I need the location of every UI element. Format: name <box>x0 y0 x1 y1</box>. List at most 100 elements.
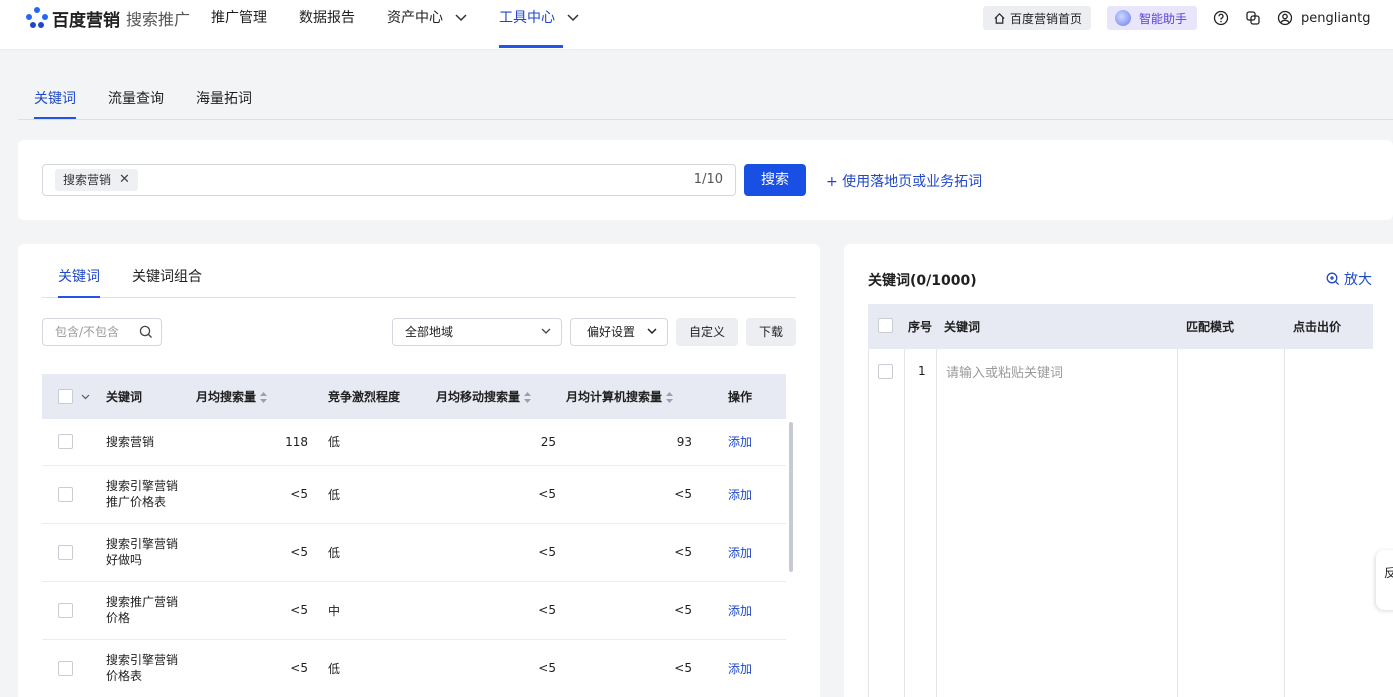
nav-label: 资产中心 <box>387 10 443 26</box>
sort-icon <box>260 392 268 403</box>
tab-traffic-query[interactable]: 流量查询 <box>108 88 164 120</box>
selected-keywords-title: 关键词(0/1000) <box>868 273 977 289</box>
top-navigation: 百度营销 搜索推广 推广管理 数据报告 资产中心 工具中心 百度营销首页 智能助… <box>0 0 1393 50</box>
col-label: 月均搜索量 <box>196 390 257 404</box>
tab-bulk-expand[interactable]: 海量拓词 <box>196 88 252 120</box>
col-action: 操作 <box>700 374 786 419</box>
add-keyword-link[interactable]: 添加 <box>728 546 752 560</box>
user-menu[interactable]: pengliantg <box>1277 8 1371 28</box>
col-keyword: 关键词 <box>944 320 981 334</box>
download-button[interactable]: 下载 <box>746 318 796 346</box>
switch-account-icon[interactable] <box>1245 10 1261 26</box>
brand-name: 百度营销 <box>52 10 120 31</box>
zoom-button[interactable]: 放大 <box>1326 269 1372 289</box>
close-icon[interactable]: ✕ <box>119 169 130 191</box>
row-checkbox[interactable] <box>58 660 73 676</box>
smart-assistant-button[interactable]: 智能助手 <box>1107 6 1197 30</box>
keyword-search-input[interactable]: 搜索营销 ✕ 1/10 <box>42 164 736 196</box>
row-checkbox[interactable] <box>58 434 73 450</box>
keyword-tag-label: 搜索营销 <box>63 173 112 187</box>
grid-divider <box>936 349 937 697</box>
baidu-paw-icon <box>26 7 48 29</box>
select-all-checkbox[interactable] <box>58 389 73 404</box>
brand-product: 搜索推广 <box>126 10 191 29</box>
select-all-checkbox[interactable] <box>878 318 893 333</box>
feedback-label: 反 <box>1384 566 1393 580</box>
tab-keyword-combination[interactable]: 关键词组合 <box>132 266 202 298</box>
add-keyword-link[interactable]: 添加 <box>728 435 752 449</box>
competition-cell: 中 <box>312 581 436 640</box>
nav-data-report[interactable]: 数据报告 <box>299 0 355 50</box>
row-checkbox-cell <box>42 639 106 697</box>
keyword-results-panel: 关键词 关键词组合 包含/不包含 全部地域 偏好设置 自定义 下载 关键词 月均… <box>18 244 820 697</box>
tab-keyword-list[interactable]: 关键词 <box>58 266 100 298</box>
keyword-cell: 搜索推广营销价格 <box>106 581 196 640</box>
search-card: 搜索营销 ✕ 1/10 搜索 + 使用落地页或业务拓词 <box>18 140 1393 220</box>
pc-search-cell: <5 <box>566 639 700 697</box>
preference-select[interactable]: 偏好设置 <box>570 318 668 346</box>
mobile-search-cell: <5 <box>436 523 566 582</box>
nav-label: 推广管理 <box>211 10 267 26</box>
row-checkbox[interactable] <box>878 364 893 379</box>
sort-icon <box>666 392 674 403</box>
help-circle-icon[interactable] <box>1213 10 1229 26</box>
pc-search-cell: <5 <box>566 581 700 640</box>
customize-button[interactable]: 自定义 <box>676 318 738 346</box>
keyword-tag: 搜索营销 ✕ <box>55 169 138 191</box>
add-keyword-link[interactable]: 添加 <box>728 488 752 502</box>
home-label: 百度营销首页 <box>1010 11 1083 26</box>
table-row: 搜索引擎营销推广价格表 <5 低 <5 <5 添加 <box>42 465 786 524</box>
col-mobile-search[interactable]: 月均移动搜索量 <box>436 374 566 419</box>
include-exclude-filter[interactable]: 包含/不包含 <box>42 318 162 346</box>
tab-keywords[interactable]: 关键词 <box>34 88 76 120</box>
col-monthly-search[interactable]: 月均搜索量 <box>196 374 312 419</box>
home-icon <box>994 12 1005 24</box>
table-row: 搜索引擎营销价格表 <5 低 <5 <5 添加 <box>42 639 786 697</box>
pc-search-cell: <5 <box>566 523 700 582</box>
keyword-cell: 搜索引擎营销价格表 <box>106 639 196 697</box>
chevron-down-icon[interactable] <box>81 394 90 400</box>
nav-tool-center[interactable]: 工具中心 <box>499 0 579 50</box>
row-checkbox[interactable] <box>58 602 73 618</box>
zoom-label: 放大 <box>1344 272 1372 288</box>
table-row: 搜索营销 118 低 25 93 添加 <box>42 419 786 466</box>
pc-search-cell: 93 <box>566 419 700 466</box>
keyword-cell: 搜索引擎营销推广价格表 <box>106 465 196 524</box>
landing-page-expand-link[interactable]: + 使用落地页或业务拓词 <box>826 171 982 191</box>
row-checkbox[interactable] <box>58 544 73 560</box>
brand-logo[interactable]: 百度营销 搜索推广 <box>26 6 191 31</box>
selected-keywords-grid: 序号 关键词 匹配模式 点击出价 1 请输入或粘贴关键词 <box>868 304 1373 697</box>
table-scrollbar[interactable] <box>789 422 793 572</box>
row-index: 1 <box>918 364 926 378</box>
marketing-home-button[interactable]: 百度营销首页 <box>983 6 1091 30</box>
zoom-in-icon <box>1326 272 1340 286</box>
feedback-tab[interactable]: 反 <box>1376 550 1393 610</box>
row-checkbox-cell <box>42 465 106 524</box>
nav-label: 数据报告 <box>299 10 355 26</box>
col-pc-search[interactable]: 月均计算机搜索量 <box>566 374 700 419</box>
search-button[interactable]: 搜索 <box>744 164 806 196</box>
col-label: 月均移动搜索量 <box>436 390 521 404</box>
pc-search-cell: <5 <box>566 465 700 524</box>
main-tabs: 关键词 流量查询 海量拓词 <box>18 76 1393 120</box>
assistant-label: 智能助手 <box>1139 11 1188 26</box>
competition-cell: 低 <box>312 419 436 466</box>
preference-select-value: 偏好设置 <box>587 325 636 339</box>
add-keyword-link[interactable]: 添加 <box>728 662 752 676</box>
add-keyword-link[interactable]: 添加 <box>728 604 752 618</box>
grid-divider <box>1177 349 1178 697</box>
col-click-bid: 点击出价 <box>1293 320 1342 334</box>
row-checkbox-cell <box>42 581 106 640</box>
row-checkbox[interactable] <box>58 486 73 502</box>
nav-asset-center[interactable]: 资产中心 <box>387 0 467 50</box>
mobile-search-cell: <5 <box>436 639 566 697</box>
select-all-cell <box>42 374 106 419</box>
region-select-value: 全部地域 <box>405 325 454 339</box>
region-select[interactable]: 全部地域 <box>392 318 562 346</box>
mobile-search-cell: 25 <box>436 419 566 466</box>
col-keyword: 关键词 <box>106 374 196 419</box>
keyword-paste-input[interactable]: 请输入或粘贴关键词 <box>946 362 1063 381</box>
nav-promotion-management[interactable]: 推广管理 <box>211 0 267 50</box>
chevron-down-icon <box>541 328 551 334</box>
user-circle-icon <box>1277 10 1293 26</box>
